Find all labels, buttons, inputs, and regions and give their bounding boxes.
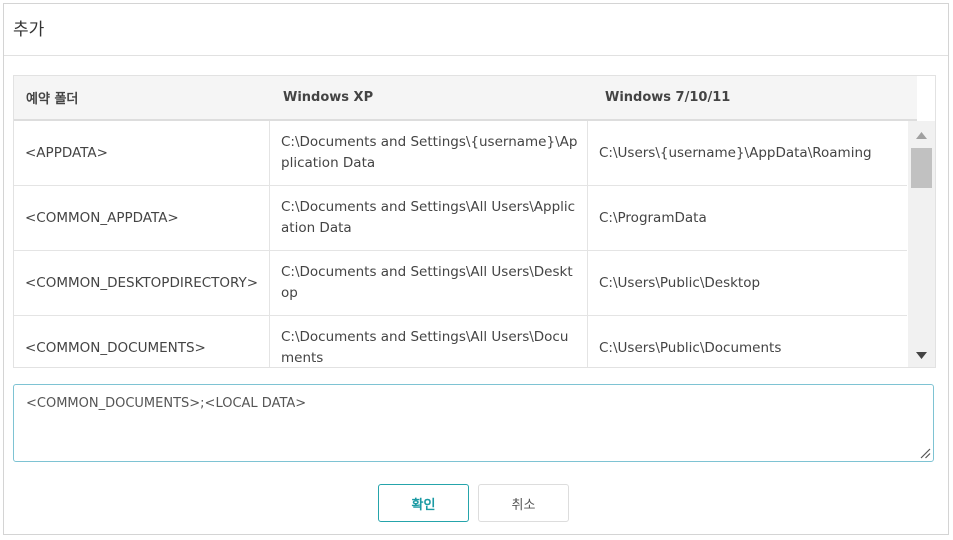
cell-windows-xp-path: C:\Documents and Settings\All Users\Desk… [270,251,588,315]
table-row[interactable]: <COMMON_DESKTOPDIRECTORY> C:\Documents a… [14,251,907,316]
resize-handle-icon[interactable] [919,447,931,459]
table-body: <APPDATA> C:\Documents and Settings\{use… [14,121,907,367]
cell-reserved-folder: <COMMON_APPDATA> [14,186,270,250]
table-row[interactable]: <COMMON_APPDATA> C:\Documents and Settin… [14,186,907,251]
reserved-folder-table: 예약 폴더 Windows XP Windows 7/10/11 <APPDAT… [13,75,936,368]
table-row[interactable]: <COMMON_DOCUMENTS> C:\Documents and Sett… [14,316,907,367]
cell-windows-7-path: C:\Users\{username}\AppData\Roaming [599,144,872,161]
table-header: 예약 폴더 Windows XP Windows 7/10/11 [14,76,917,121]
column-header-windows-7-10-11: Windows 7/10/11 [605,90,731,105]
cell-reserved-folder: <COMMON_DOCUMENTS> [14,316,270,367]
reserved-folder-input[interactable]: <COMMON_DOCUMENTS>;<LOCAL DATA> [13,384,934,462]
dialog-title: 추가 [13,20,45,40]
triangle-up-icon[interactable] [908,125,935,145]
cancel-button[interactable]: 취소 [478,484,569,522]
confirm-button[interactable]: 확인 [378,484,469,522]
cell-reserved-folder: <APPDATA> [14,121,270,185]
cell-reserved-folder: <COMMON_DESKTOPDIRECTORY> [14,251,270,315]
triangle-down-icon[interactable] [908,345,935,365]
cell-windows-7-path: C:\Users\Public\Documents [599,339,782,356]
table-row[interactable]: <APPDATA> C:\Documents and Settings\{use… [14,121,907,186]
dialog-header: 추가 [4,4,948,56]
scrollbar-thumb[interactable] [911,148,932,188]
cell-windows-7-path: C:\Users\Public\Desktop [599,274,761,291]
column-header-windows-xp: Windows XP [283,90,374,105]
cell-windows-xp-path: C:\Documents and Settings\{username}\App… [270,121,588,185]
cell-windows-7-path: C:\ProgramData [599,209,707,226]
cell-windows-xp-path: C:\Documents and Settings\All Users\Docu… [270,316,588,367]
cell-windows-xp-path: C:\Documents and Settings\All Users\Appl… [270,186,588,250]
column-header-reserved-folder: 예약 폴더 [26,92,79,107]
reserved-folder-input-value: <COMMON_DOCUMENTS>;<LOCAL DATA> [26,396,307,411]
table-scrollbar[interactable] [908,121,935,367]
